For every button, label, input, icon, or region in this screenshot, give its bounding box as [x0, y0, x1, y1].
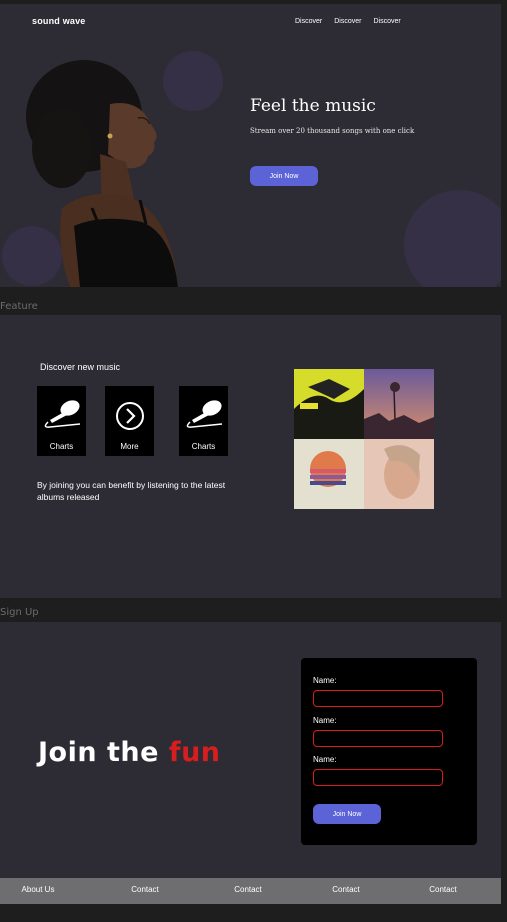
feature-card-charts[interactable]: Charts: [179, 386, 228, 456]
footer: About Us Contact Contact Contact Contact: [0, 878, 501, 904]
hero-title: Feel the music: [250, 96, 376, 116]
landing-section: sound wave Discover Discover Discover Fe…: [0, 4, 501, 287]
name-label: Name:: [313, 716, 337, 725]
frame-label: Feature: [0, 301, 38, 312]
feature-title: Discover new music: [40, 362, 121, 372]
microphone-icon: [44, 400, 80, 428]
chevron-right-circle-icon: [115, 402, 144, 430]
signup-headline: Join the fun: [38, 737, 221, 768]
headline-highlight: fun: [168, 737, 221, 768]
name-label: Name:: [313, 676, 337, 685]
top-nav: Discover Discover Discover: [295, 18, 401, 25]
feature-card-label: More: [120, 442, 139, 451]
footer-link-about-us[interactable]: About Us: [22, 885, 55, 894]
name-input[interactable]: [313, 690, 443, 707]
feature-card-label: Charts: [49, 442, 74, 451]
album-cover[interactable]: [364, 439, 434, 509]
signup-form: Name: Name: Name: Join Now: [301, 658, 477, 845]
brand-logo[interactable]: sound wave: [32, 16, 86, 26]
nav-link-discover[interactable]: Discover: [373, 18, 400, 25]
footer-link-contact[interactable]: Contact: [234, 885, 262, 894]
album-cover[interactable]: [294, 369, 364, 439]
album-grid: [294, 369, 434, 509]
name-input[interactable]: [313, 730, 443, 747]
footer-link-contact[interactable]: Contact: [332, 885, 360, 894]
name-input[interactable]: [313, 769, 443, 786]
footer-link-contact[interactable]: Contact: [429, 885, 457, 894]
nav-link-discover[interactable]: Discover: [334, 18, 361, 25]
name-label: Name:: [313, 755, 337, 764]
frame-label: Sign Up: [0, 607, 39, 618]
feature-card-charts[interactable]: Charts: [37, 386, 86, 456]
hero-subtitle: Stream over 20 thousand songs with one c…: [250, 127, 415, 135]
hero-portrait-image: [26, 60, 179, 287]
feature-card-more[interactable]: More: [105, 386, 154, 456]
feature-card-label: Charts: [191, 442, 216, 451]
feature-section: Discover new music Charts More Charts By…: [0, 315, 501, 598]
join-now-button[interactable]: Join Now: [313, 804, 381, 824]
feature-description: By joining you can benefit by listening …: [37, 480, 226, 502]
footer-link-contact[interactable]: Contact: [131, 885, 159, 894]
decor-circle: [404, 190, 501, 287]
join-now-button[interactable]: Join Now: [250, 166, 318, 186]
album-cover[interactable]: [294, 439, 364, 509]
microphone-icon: [186, 400, 222, 428]
signup-section: Join the fun Name: Name: Name: Join Now: [0, 622, 501, 878]
headline-text: Join the: [38, 737, 159, 768]
nav-link-discover[interactable]: Discover: [295, 18, 322, 25]
album-cover[interactable]: [364, 369, 434, 439]
